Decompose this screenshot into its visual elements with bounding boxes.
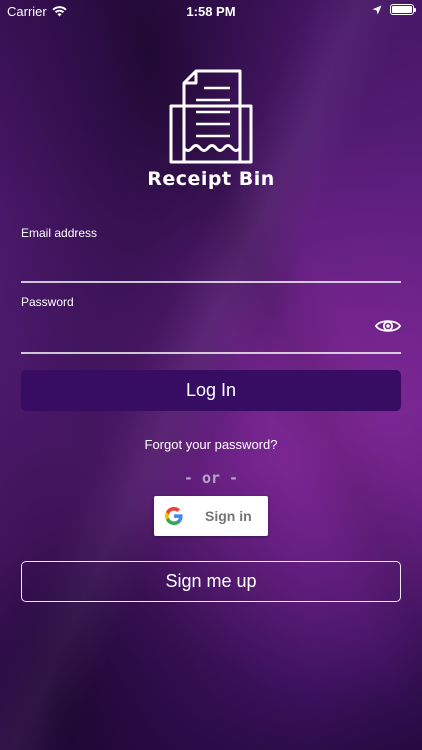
forgot-password-link[interactable]: Forgot your password?	[0, 437, 422, 452]
status-bar: Carrier 1:58 PM	[0, 0, 422, 22]
google-signin-label: Sign in	[205, 508, 252, 524]
password-field: Password	[21, 295, 401, 354]
password-label: Password	[21, 295, 74, 309]
email-label: Email address	[21, 226, 98, 240]
receipt-icon	[169, 69, 253, 164]
app-title: Receipt Bin	[147, 168, 275, 190]
status-time: 1:58 PM	[186, 4, 236, 19]
eye-icon[interactable]	[375, 317, 401, 335]
location-arrow-icon	[372, 5, 382, 14]
signup-button[interactable]: Sign me up	[21, 561, 401, 602]
email-input[interactable]	[21, 247, 401, 283]
google-icon	[165, 507, 183, 525]
email-field: Email address	[21, 226, 401, 283]
or-divider: - or -	[183, 469, 239, 487]
status-right	[372, 4, 416, 15]
battery-icon	[390, 4, 416, 15]
password-input[interactable]	[21, 316, 401, 354]
google-signin-button[interactable]: Sign in	[154, 496, 268, 536]
battery-fill	[392, 6, 412, 13]
login-button[interactable]: Log In	[21, 370, 401, 411]
